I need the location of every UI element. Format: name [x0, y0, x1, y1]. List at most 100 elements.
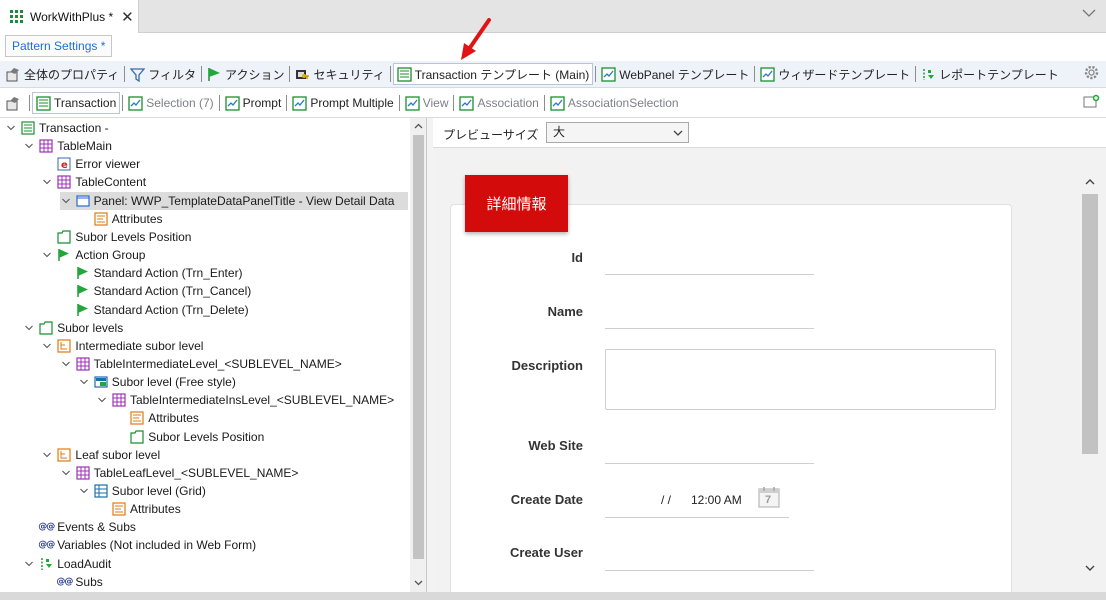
tree-expander-chevron-icon[interactable]: [41, 249, 53, 261]
tree-expander-chevron-icon[interactable]: [5, 122, 17, 134]
tree-node[interactable]: Subor Levels Position: [41, 228, 191, 246]
field-input-web-site[interactable]: [605, 463, 814, 464]
tree-expander-chevron-icon[interactable]: [96, 394, 108, 406]
tree-node[interactable]: Subor level (Grid): [78, 482, 206, 500]
tree-node-label: Attributes: [148, 411, 199, 426]
gear-icon[interactable]: [1083, 64, 1100, 81]
selection-icon: [128, 95, 143, 111]
add-template-button[interactable]: [1083, 94, 1100, 112]
tree-node[interactable]: Attributes: [114, 409, 199, 427]
close-icon[interactable]: ✕: [121, 8, 134, 26]
tree-expander-chevron-icon[interactable]: [60, 358, 72, 370]
document-tab-workwithplus[interactable]: WorkWithPlus * ✕: [0, 0, 139, 33]
field-label-create-date: Create Date: [510, 492, 583, 507]
settings-gear[interactable]: [1083, 64, 1100, 84]
tree-node[interactable]: Attributes: [78, 210, 163, 228]
toolbar-filter[interactable]: フィルタ: [127, 63, 199, 85]
tree-node[interactable]: TableContent: [41, 173, 146, 191]
tree-scroll-thumb[interactable]: [413, 135, 424, 559]
toolbar-security[interactable]: セキュリティ: [292, 63, 387, 85]
tree-expander-chevron-icon[interactable]: [41, 340, 53, 352]
calendar-icon[interactable]: 7: [757, 485, 781, 509]
preview-size-select[interactable]: 大: [546, 122, 689, 143]
tree-node[interactable]: TableIntermediateLevel_<SUBLEVEL_NAME>: [60, 355, 342, 373]
events-icon: @@: [56, 576, 73, 587]
toolbar-wizard-template[interactable]: ウィザードテンプレート: [757, 63, 913, 85]
tree-node[interactable]: Subor levels: [23, 319, 123, 337]
toolbar-label: セキュリティ: [313, 67, 385, 82]
toolbar-report-template[interactable]: レポートテンプレート: [918, 63, 1062, 85]
tree-node[interactable]: @@ Subs: [41, 573, 102, 591]
flag-icon: [57, 248, 71, 262]
tree-node[interactable]: TableIntermediateInsLevel_<SUBLEVEL_NAME…: [96, 391, 394, 409]
subtab-association-selection[interactable]: AssociationSelection: [547, 92, 682, 114]
tree-scrollbar[interactable]: [410, 118, 426, 592]
tree-node[interactable]: Attributes: [96, 500, 181, 518]
toolbar-separator: [398, 95, 400, 111]
tree-node-label: Standard Action (Trn_Enter): [93, 266, 243, 281]
tree-node[interactable]: Leaf subor level: [41, 446, 160, 464]
tree-node[interactable]: e Error viewer: [41, 155, 140, 173]
add-window-icon[interactable]: [1083, 94, 1100, 109]
tree-node-label: Subor levels: [57, 320, 124, 335]
preview-scroll-thumb[interactable]: [1082, 194, 1098, 454]
toolbar-label: WebPanel テンプレート: [619, 67, 750, 82]
field-input-create-date[interactable]: [605, 517, 789, 518]
field-input-id[interactable]: [605, 274, 814, 275]
tree-node[interactable]: Standard Action (Trn_Cancel): [60, 282, 251, 300]
field-input-description[interactable]: [605, 349, 996, 410]
tree-node[interactable]: Transaction -: [5, 119, 109, 137]
tree-node[interactable]: Subor level (Free style): [78, 373, 236, 391]
tree-expander-chevron-icon[interactable]: [60, 467, 72, 479]
tree-expander-chevron-icon[interactable]: [23, 140, 35, 152]
scroll-down-icon[interactable]: [413, 577, 424, 588]
toolbar-separator: [124, 66, 126, 82]
preview-scrollbar[interactable]: [1082, 174, 1098, 571]
tree-node[interactable]: Subor Levels Position: [114, 428, 264, 446]
toolbar-webpanel-template[interactable]: WebPanel テンプレート: [598, 63, 752, 85]
events-icon: @@: [38, 540, 55, 551]
tree-node[interactable]: Intermediate subor level: [41, 337, 203, 355]
level-icon: [57, 448, 71, 462]
field-input-create-user[interactable]: [605, 570, 814, 571]
tree-node-label: TableIntermediateInsLevel_<SUBLEVEL_NAME…: [130, 393, 395, 408]
tree-node[interactable]: @@ Variables (Not included in Web Form): [23, 536, 256, 554]
subtab-transaction[interactable]: Transaction: [32, 92, 121, 114]
subtab-selection[interactable]: Selection (7): [125, 92, 216, 114]
tree-node-label: Subs: [75, 574, 103, 589]
tree-expander-chevron-icon[interactable]: [23, 558, 35, 570]
tree-expander-chevron-icon[interactable]: [78, 485, 90, 497]
subtab-view[interactable]: View: [402, 92, 452, 114]
field-label-id: Id: [571, 250, 583, 265]
tree-node[interactable]: @@ Events & Subs: [23, 518, 136, 536]
toolbar-actions[interactable]: アクション: [204, 63, 287, 85]
tree-node[interactable]: TableMain: [23, 137, 112, 155]
toolbar-global-properties[interactable]: 全体のプロパティ: [3, 63, 122, 85]
tree-expander-chevron-icon[interactable]: [41, 176, 53, 188]
tree-node-label: Leaf subor level: [75, 447, 161, 462]
scroll-up-icon[interactable]: [1084, 176, 1096, 188]
tree-expander-chevron-icon[interactable]: [23, 322, 35, 334]
error-viewer-icon: e: [57, 157, 71, 171]
scroll-down-icon[interactable]: [1084, 562, 1096, 574]
tree-expander-chevron-icon[interactable]: [78, 376, 90, 388]
tree-expander-chevron-icon[interactable]: [60, 195, 72, 207]
tree-node[interactable]: Action Group: [41, 246, 145, 264]
chevron-down-icon[interactable]: [1082, 6, 1096, 20]
scroll-up-icon[interactable]: [413, 121, 424, 132]
tree-node[interactable]: LoadAudit: [23, 555, 111, 573]
toolbar-sub-properties[interactable]: [3, 92, 27, 114]
flag-icon: [76, 303, 90, 317]
subtab-prompt[interactable]: Prompt: [222, 92, 285, 114]
tree-node[interactable]: Standard Action (Trn_Enter): [60, 264, 243, 282]
subtab-prompt-multiple[interactable]: Prompt Multiple: [289, 92, 396, 114]
toolbar-separator: [122, 95, 124, 111]
tree-node[interactable]: TableLeafLevel_<SUBLEVEL_NAME>: [60, 464, 298, 482]
subtab-association[interactable]: Association: [456, 92, 541, 114]
field-input-name[interactable]: [605, 328, 814, 329]
toolbar-transaction-template[interactable]: Transaction テンプレート (Main): [392, 63, 594, 85]
tree-node[interactable]: Panel: WWP_TemplateDataPanelTitle - View…: [59, 191, 409, 210]
pattern-settings-button[interactable]: Pattern Settings *: [5, 35, 113, 57]
tree-expander-chevron-icon[interactable]: [41, 449, 53, 461]
tree-node[interactable]: Standard Action (Trn_Delete): [60, 301, 249, 319]
